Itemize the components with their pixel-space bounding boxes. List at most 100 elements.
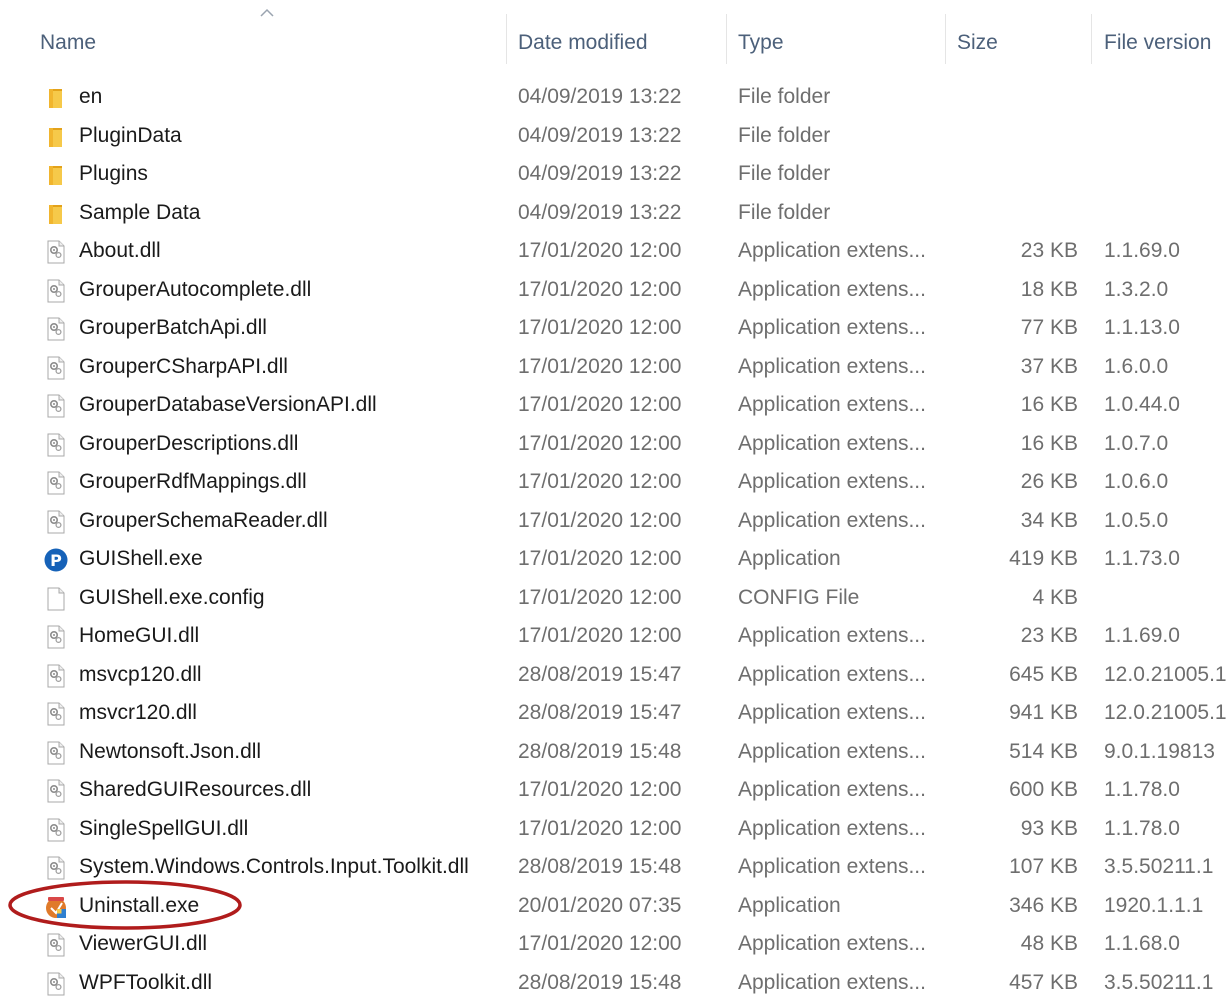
column-header-date-modified[interactable]: Date modified — [518, 28, 648, 62]
file-date-modified: 28/08/2019 15:48 — [518, 848, 718, 886]
file-row[interactable]: About.dll17/01/2020 12:00Application ext… — [0, 232, 1226, 271]
file-name: GUIShell.exe.config — [79, 579, 499, 617]
file-name: Newtonsoft.Json.dll — [79, 733, 499, 771]
column-divider[interactable] — [726, 14, 727, 64]
file-type: Application extens... — [738, 348, 938, 386]
file-row[interactable]: GrouperBatchApi.dll17/01/2020 12:00Appli… — [0, 309, 1226, 348]
column-header-bar: Name Date modified Type Size File versio… — [0, 0, 1226, 78]
file-version: 1.0.7.0 — [1104, 425, 1226, 463]
column-header-file-version[interactable]: File version — [1104, 28, 1211, 62]
file-type: Application extens... — [738, 656, 938, 694]
file-type: File folder — [738, 78, 938, 116]
file-size — [950, 117, 1078, 155]
file-size: 48 KB — [950, 925, 1078, 963]
file-date-modified: 17/01/2020 12:00 — [518, 232, 718, 270]
file-date-modified: 04/09/2019 13:22 — [518, 155, 718, 193]
file-row[interactable]: HomeGUI.dll17/01/2020 12:00Application e… — [0, 617, 1226, 656]
file-size: 107 KB — [950, 848, 1078, 886]
file-date-modified: 20/01/2020 07:35 — [518, 887, 718, 925]
file-row[interactable]: Plugins04/09/2019 13:22File folder — [0, 155, 1226, 194]
file-row[interactable]: GrouperCSharpAPI.dll 17/01/2020 12:00 Appl… — [0, 348, 1226, 387]
file-size: 26 KB — [950, 463, 1078, 501]
file-size: 645 KB — [950, 656, 1078, 694]
dll-icon — [44, 702, 68, 726]
dll-icon — [44, 433, 68, 457]
file-type: Application extens... — [738, 694, 938, 732]
file-version: 3.5.50211.1 — [1104, 848, 1226, 886]
column-header-size[interactable]: Size — [957, 28, 998, 62]
file-date-modified: 17/01/2020 12:00 — [518, 502, 718, 540]
file-date-modified: 28/08/2019 15:48 — [518, 964, 718, 1002]
config-file-icon — [44, 587, 68, 611]
column-divider[interactable] — [945, 14, 946, 64]
file-row[interactable]: GrouperDatabaseVersionAPI.dll17/01/2020 … — [0, 386, 1226, 425]
file-row[interactable]: PluginData04/09/2019 13:22File folder — [0, 117, 1226, 156]
file-size: 23 KB — [950, 617, 1078, 655]
file-row[interactable]: Sample Data04/09/2019 13:22File folder — [0, 194, 1226, 233]
dll-icon — [44, 933, 68, 957]
column-divider[interactable] — [506, 14, 507, 64]
file-size: 34 KB — [950, 502, 1078, 540]
file-row[interactable]: msvcr120.dll28/08/2019 15:47Application … — [0, 694, 1226, 733]
file-name: GrouperRdfMappings.dll — [79, 463, 499, 501]
file-row[interactable]: SingleSpellGUI.dll17/01/2020 12:00Applic… — [0, 810, 1226, 849]
column-header-name[interactable]: Name — [40, 28, 96, 62]
dll-icon — [44, 240, 68, 264]
file-name: GrouperCSharpAPI.dll — [79, 348, 499, 386]
file-date-modified: 28/08/2019 15:48 — [518, 733, 718, 771]
file-name: SharedGUIResources.dll — [79, 771, 499, 809]
file-date-modified: 17/01/2020 12:00 — [518, 463, 718, 501]
file-row[interactable]: GrouperRdfMappings.dll17/01/2020 12:00Ap… — [0, 463, 1226, 502]
file-row[interactable]: en04/09/2019 13:22File folder — [0, 78, 1226, 117]
file-version: 1.0.44.0 — [1104, 386, 1226, 424]
file-type: File folder — [738, 117, 938, 155]
file-date-modified: 17/01/2020 12:00 — [518, 348, 718, 386]
file-name: HomeGUI.dll — [79, 617, 499, 655]
file-type: Application extens... — [738, 271, 938, 309]
file-row[interactable]: GrouperAutocomplete.dll17/01/2020 12:00A… — [0, 271, 1226, 310]
file-row[interactable]: PGUIShell.exe17/01/2020 12:00Application… — [0, 540, 1226, 579]
dll-icon — [44, 625, 68, 649]
file-row[interactable]: GUIShell.exe.config17/01/2020 12:00CONFI… — [0, 579, 1226, 618]
file-date-modified: 17/01/2020 12:00 — [518, 617, 718, 655]
file-row[interactable]: GrouperSchemaReader.dll17/01/2020 12:00A… — [0, 502, 1226, 541]
sort-ascending-icon[interactable] — [259, 8, 275, 18]
file-date-modified: 17/01/2020 12:00 — [518, 271, 718, 309]
file-row[interactable]: WPFToolkit.dll28/08/2019 15:48Applicatio… — [0, 964, 1226, 1002]
file-type: File folder — [738, 194, 938, 232]
file-date-modified: 17/01/2020 12:00 — [518, 925, 718, 963]
dll-icon — [44, 471, 68, 495]
file-row[interactable]: msvcp120.dll28/08/2019 15:47Application … — [0, 656, 1226, 695]
file-size: 77 KB — [950, 309, 1078, 347]
file-row[interactable]: GrouperDescriptions.dll17/01/2020 12:00A… — [0, 425, 1226, 464]
column-divider[interactable] — [1091, 14, 1092, 64]
file-size: 18 KB — [950, 271, 1078, 309]
file-version — [1104, 78, 1226, 116]
file-row[interactable]: Newtonsoft.Json.dll 28/08/2019 15:48 Appli… — [0, 733, 1226, 772]
file-type: Application extens... — [738, 309, 938, 347]
file-size — [950, 194, 1078, 232]
file-version: 1.1.69.0 — [1104, 617, 1226, 655]
file-name: WPFToolkit.dll — [79, 964, 499, 1002]
file-version: 1920.1.1.1 — [1104, 887, 1226, 925]
dll-icon — [44, 510, 68, 534]
file-name: GrouperDatabaseVersionAPI.dll — [79, 386, 499, 424]
file-type: Application extens... — [738, 925, 938, 963]
file-row[interactable]: SharedGUIResources.dll17/01/2020 12:00Ap… — [0, 771, 1226, 810]
file-type: Application — [738, 540, 938, 578]
file-size: 419 KB — [950, 540, 1078, 578]
file-type: Application extens... — [738, 232, 938, 270]
file-type: Application extens... — [738, 733, 938, 771]
file-size: 346 KB — [950, 887, 1078, 925]
file-size — [950, 78, 1078, 116]
file-type: Application — [738, 887, 938, 925]
file-version — [1104, 117, 1226, 155]
file-date-modified: 17/01/2020 12:00 — [518, 579, 718, 617]
folder-icon — [44, 163, 68, 187]
file-size: 93 KB — [950, 810, 1078, 848]
file-version: 1.1.68.0 — [1104, 925, 1226, 963]
file-version: 1.6.0.0 — [1104, 348, 1226, 386]
column-header-type[interactable]: Type — [738, 28, 784, 62]
file-version — [1104, 579, 1226, 617]
folder-icon — [44, 202, 68, 226]
